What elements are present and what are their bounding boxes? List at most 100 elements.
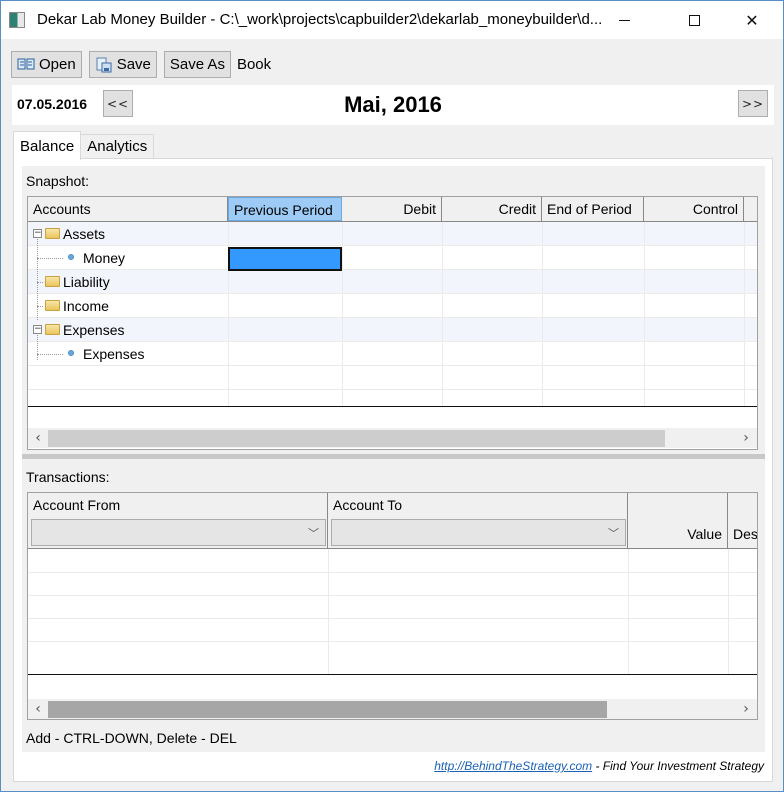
table-row[interactable] [28, 246, 757, 270]
table-row[interactable] [28, 595, 757, 619]
table-row[interactable] [28, 366, 757, 390]
grid-splitter[interactable] [22, 454, 765, 459]
period-bar: 07.05.2016 << Mai, 2016 >> [12, 85, 774, 125]
maximize-icon [688, 14, 700, 26]
tree-line [37, 354, 63, 355]
transactions-horizontal-scrollbar[interactable]: ‹ › [28, 699, 757, 719]
column-header-end-of-period[interactable]: End of Period [542, 197, 644, 221]
save-as-button[interactable]: Save As [163, 50, 231, 78]
close-button[interactable]: ✕ [729, 1, 775, 39]
folder-icon [45, 300, 60, 311]
collapse-assets-toggle[interactable]: − [33, 229, 42, 238]
scroll-left-arrow[interactable]: ‹ [30, 701, 46, 717]
grid-end-line [28, 406, 757, 407]
footer-credits: http://BehindTheStrategy.com - Find Your… [434, 759, 764, 773]
minimize-button[interactable] [601, 1, 647, 39]
scrollbar-thumb[interactable] [48, 701, 607, 718]
chevron-down-icon: ﹀ [308, 527, 319, 540]
table-row[interactable] [28, 618, 757, 642]
column-divider [628, 549, 629, 674]
scroll-right-arrow[interactable]: › [738, 430, 754, 446]
open-label: Open [39, 55, 76, 73]
snapshot-horizontal-scrollbar[interactable]: ‹ › [28, 428, 757, 448]
tree-line [37, 258, 63, 259]
column-header-accounts[interactable]: Accounts [28, 197, 228, 221]
column-header-control[interactable]: Control [644, 197, 744, 221]
tab-balance[interactable]: Balance [13, 131, 82, 160]
tree-item-expenses-leaf[interactable]: Expenses [83, 346, 144, 362]
table-row[interactable] [28, 318, 757, 342]
snapshot-label: Snapshot: [26, 173, 90, 189]
column-header-previous-period[interactable]: Previous Period [228, 197, 342, 221]
save-button[interactable]: Save [88, 50, 157, 78]
tree-item-liability[interactable]: Liability [63, 274, 110, 290]
tree-item-expenses[interactable]: Expenses [63, 322, 124, 338]
scrollbar-thumb[interactable] [48, 430, 665, 447]
column-divider [542, 222, 543, 407]
column-divider [644, 222, 645, 407]
tree-line [37, 234, 38, 320]
transactions-header: Account From Account To Value Des ﹀ ﹀ [28, 493, 757, 549]
account-to-filter-dropdown[interactable]: ﹀ [331, 519, 626, 546]
folder-icon [45, 228, 60, 239]
column-header-credit[interactable]: Credit [442, 197, 542, 221]
balance-panel: Snapshot: Accounts Previous Period Debit… [13, 158, 773, 782]
toolbar: Open Save Save As Book [11, 50, 271, 78]
app-icon [9, 12, 25, 28]
transactions-label: Transactions: [26, 469, 110, 485]
account-bullet-icon [68, 350, 74, 356]
website-link[interactable]: http://BehindTheStrategy.com [434, 759, 592, 773]
table-row[interactable] [28, 294, 757, 318]
tree-item-income[interactable]: Income [63, 298, 109, 314]
table-row[interactable] [28, 572, 757, 596]
footer-tagline: - Find Your Investment Strategy [592, 759, 764, 773]
table-row[interactable] [28, 270, 757, 294]
tree-item-assets[interactable]: Assets [63, 226, 105, 242]
book-icon [17, 57, 35, 71]
keyboard-hint: Add - CTRL-DOWN, Delete - DEL [26, 730, 237, 746]
transactions-grid: Account From Account To Value Des ﹀ ﹀ ‹ … [27, 492, 758, 720]
tree-line [37, 282, 43, 283]
column-header-value[interactable]: Value [628, 493, 728, 548]
open-button[interactable]: Open [11, 50, 82, 78]
snapshot-header: Accounts Previous Period Debit Credit En… [28, 197, 757, 222]
maximize-button[interactable] [671, 1, 717, 39]
chevron-down-icon: ﹀ [608, 527, 619, 540]
grid-end-line [28, 674, 757, 675]
balance-content: Snapshot: Accounts Previous Period Debit… [22, 166, 765, 752]
selected-cell-money-previous-period[interactable] [228, 247, 342, 271]
folder-icon [45, 324, 60, 335]
account-from-filter-dropdown[interactable]: ﹀ [31, 519, 326, 546]
save-as-label: Save As [169, 55, 225, 73]
table-row[interactable] [28, 222, 757, 246]
column-divider [328, 549, 329, 674]
book-name: Book [236, 55, 272, 73]
minimize-icon [618, 19, 630, 21]
snapshot-grid: Accounts Previous Period Debit Credit En… [27, 196, 758, 450]
tree-item-money[interactable]: Money [83, 250, 125, 266]
app-window: Dekar Lab Money Builder - C:\_work\proje… [0, 0, 784, 792]
table-row[interactable] [28, 549, 757, 573]
column-header-description[interactable]: Des [728, 493, 757, 548]
account-from-header-label: Account From [33, 497, 121, 513]
save-icon [95, 57, 113, 73]
scroll-right-arrow[interactable]: › [738, 701, 754, 717]
column-header-debit[interactable]: Debit [342, 197, 442, 221]
column-divider [744, 222, 745, 407]
next-period-button[interactable]: >> [738, 90, 768, 117]
tree-line [37, 330, 38, 360]
tab-analytics[interactable]: Analytics [81, 134, 155, 159]
account-bullet-icon [68, 254, 74, 260]
scroll-left-arrow[interactable]: ‹ [30, 430, 46, 446]
month-title: Mai, 2016 [344, 92, 442, 117]
folder-icon [45, 276, 60, 287]
column-divider [342, 222, 343, 407]
save-label: Save [116, 55, 151, 73]
column-divider [728, 549, 729, 674]
account-to-header-label: Account To [333, 497, 403, 513]
tab-strip: Balance Analytics [13, 131, 155, 160]
tree-line [37, 306, 43, 307]
title-bar: Dekar Lab Money Builder - C:\_work\proje… [1, 1, 783, 39]
column-divider [442, 222, 443, 407]
collapse-expenses-toggle[interactable]: − [33, 325, 42, 334]
